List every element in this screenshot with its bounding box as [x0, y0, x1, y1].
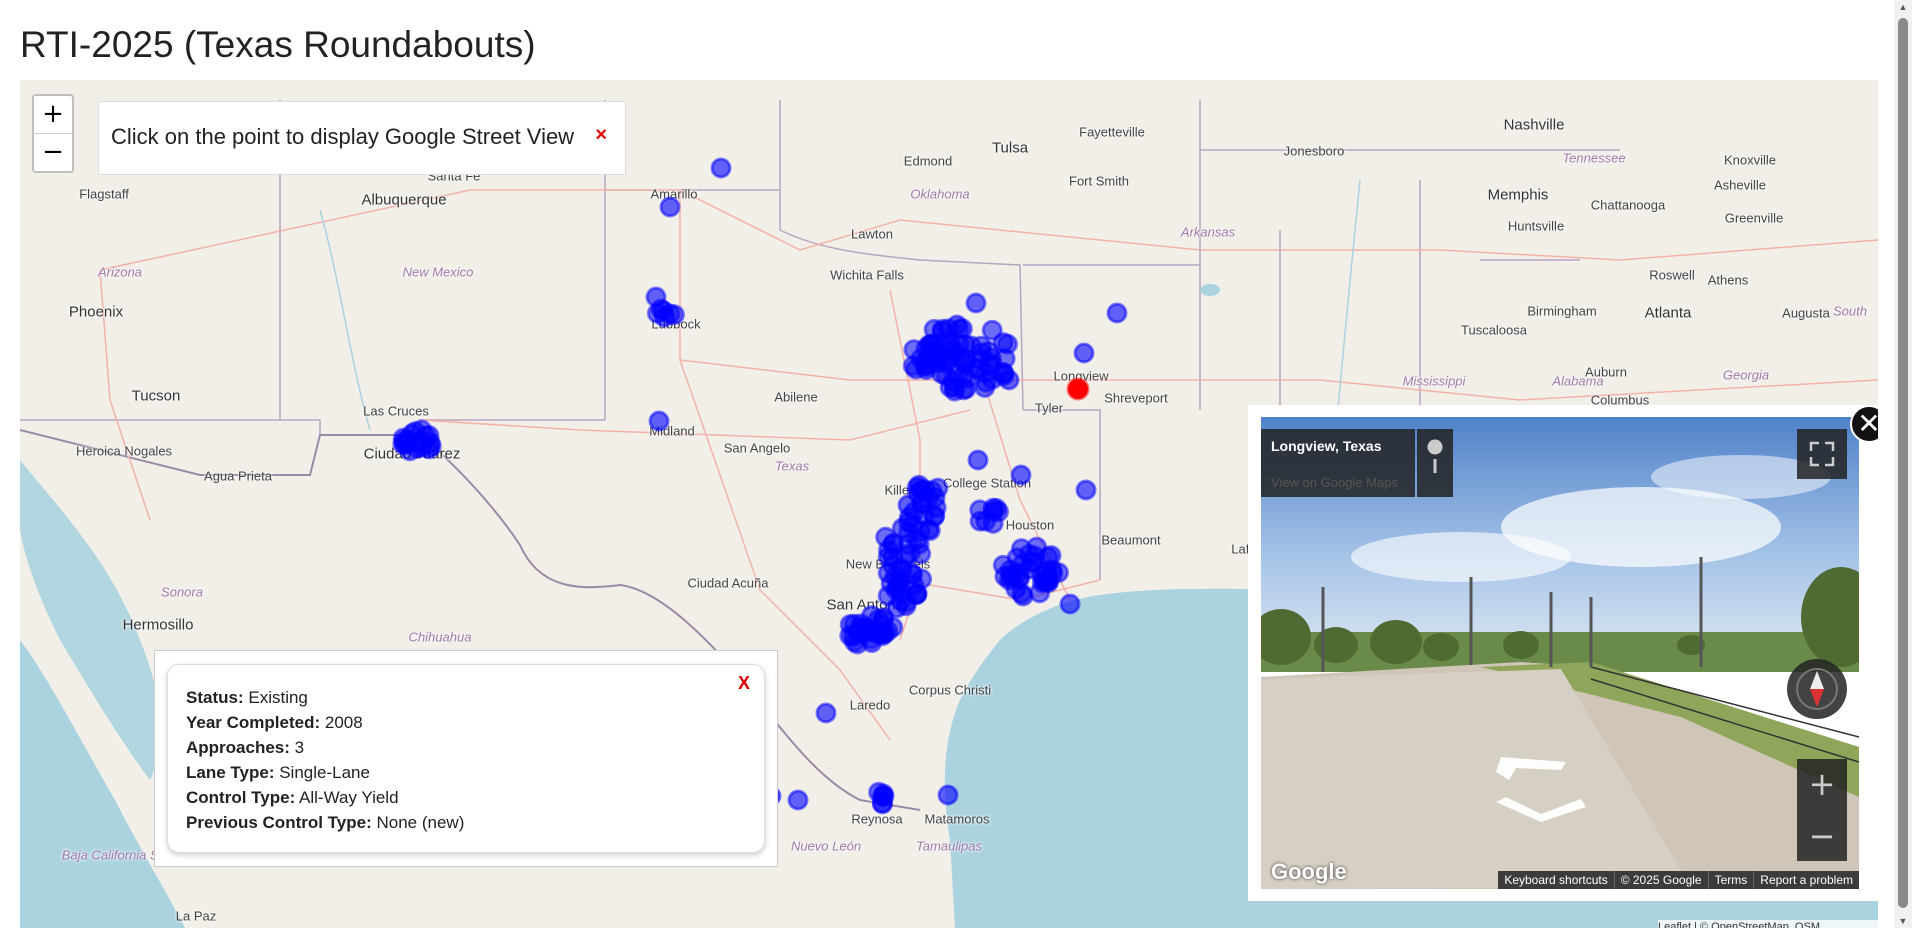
copyright-text: © 2025 Google	[1613, 871, 1708, 889]
roundabout-marker[interactable]	[903, 574, 925, 596]
zoom-in-button[interactable]: +	[34, 96, 72, 133]
view-on-google-maps-link[interactable]: View on Google Maps	[1271, 475, 1398, 490]
roundabout-marker[interactable]	[1073, 342, 1095, 364]
roundabout-marker[interactable]	[946, 314, 968, 336]
roundabout-marker[interactable]	[917, 487, 939, 509]
map-pin-icon[interactable]	[1417, 429, 1453, 497]
popup-row-label: Previous Control Type:	[186, 813, 372, 832]
popup-row-label: Year Completed:	[186, 713, 321, 732]
popup-row-label: Control Type:	[186, 788, 296, 807]
roundabout-marker[interactable]	[873, 785, 895, 807]
scroll-up-icon[interactable]: ▲	[1898, 2, 1908, 12]
info-banner-text: Click on the point to display Google Str…	[111, 124, 575, 149]
scroll-down-icon[interactable]: ▼	[1898, 916, 1908, 926]
map-attribution[interactable]: Leaflet | © OpenStreetMap, OSM	[1658, 920, 1878, 928]
roundabout-marker[interactable]	[883, 532, 905, 554]
roundabout-marker[interactable]	[411, 419, 433, 441]
info-banner-close-button[interactable]: ×	[595, 124, 607, 147]
roundabout-marker[interactable]	[1010, 464, 1032, 486]
info-banner: Click on the point to display Google Str…	[98, 101, 626, 175]
popup-row-value: 3	[294, 738, 305, 757]
google-logo: Google	[1271, 859, 1347, 884]
roundabout-marker[interactable]	[645, 286, 667, 308]
zoom-out-button[interactable]: −	[34, 133, 72, 171]
roundabout-marker[interactable]	[969, 499, 991, 521]
popup-row-lane-type: Lane Type: Single-Lane	[186, 760, 464, 785]
map[interactable]: Albuquerque Phoenix Tucson Ciudad Juárez…	[20, 80, 1878, 928]
roundabout-marker[interactable]	[873, 621, 895, 643]
roundabout-marker[interactable]	[648, 410, 670, 432]
scrollbar-thumb[interactable]	[1898, 18, 1908, 908]
street-view-location-box: Longview, Texas View on Google Maps	[1261, 429, 1415, 497]
popup-row-year: Year Completed: 2008	[186, 710, 464, 735]
roundabout-marker[interactable]	[994, 348, 1016, 370]
roundabout-marker[interactable]	[937, 784, 959, 806]
zoom-out-icon[interactable]: −	[1797, 811, 1847, 861]
page-title: RTI-2025 (Texas Roundabouts)	[20, 24, 536, 65]
roundabout-marker[interactable]	[935, 353, 957, 375]
street-view-location-title: Longview, Texas	[1271, 438, 1382, 454]
popup-row-value: None (new)	[376, 813, 465, 832]
roundabout-marker[interactable]	[998, 369, 1020, 391]
roundabout-marker[interactable]	[916, 349, 938, 371]
popup-row-label: Lane Type:	[186, 763, 275, 782]
popup-row-value: All-Way Yield	[299, 788, 399, 807]
popup-row-previous-control: Previous Control Type: None (new)	[186, 810, 464, 835]
fullscreen-icon[interactable]	[1797, 429, 1847, 479]
roundabout-marker[interactable]	[659, 303, 681, 325]
nav-arrow-icon[interactable]	[1481, 752, 1611, 832]
popup-row-value: 2008	[324, 713, 363, 732]
popup-row-label: Status:	[186, 688, 244, 707]
zoom-in-icon[interactable]: +	[1797, 759, 1847, 809]
popup-close-button[interactable]: X	[738, 673, 750, 694]
roundabout-marker[interactable]	[965, 292, 987, 314]
roundabout-marker[interactable]	[1075, 479, 1097, 501]
street-view-panel: Longview, Texas View on Google Maps + −	[1248, 405, 1878, 901]
roundabout-marker[interactable]	[967, 449, 989, 471]
roundabout-marker[interactable]	[910, 543, 932, 565]
selected-roundabout-marker[interactable]	[1066, 377, 1090, 401]
popup-row-control-type: Control Type: All-Way Yield	[186, 785, 464, 810]
popup-row-value: Single-Lane	[279, 763, 370, 782]
popup-content: X Status: Existing Year Completed: 2008 …	[167, 664, 765, 853]
compass-icon[interactable]	[1787, 659, 1847, 719]
roundabout-marker[interactable]	[815, 702, 837, 724]
terms-link[interactable]: Terms	[1707, 871, 1754, 889]
report-problem-link[interactable]: Report a problem	[1753, 871, 1859, 889]
popup-row-label: Approaches:	[186, 738, 290, 757]
roundabout-marker[interactable]	[923, 318, 945, 340]
popup-row-approaches: Approaches: 3	[186, 735, 464, 760]
keyboard-shortcuts-link[interactable]: Keyboard shortcuts	[1498, 871, 1613, 889]
roundabout-marker[interactable]	[998, 569, 1020, 591]
roundabout-marker[interactable]	[1037, 546, 1059, 568]
roundabout-marker[interactable]	[1106, 302, 1128, 324]
roundabout-marker[interactable]	[1018, 558, 1040, 580]
page-scrollbar[interactable]: ▲ ▼	[1894, 0, 1912, 928]
zoom-control[interactable]: + −	[32, 94, 74, 173]
popup-row-value: Existing	[248, 688, 308, 707]
roundabout-marker[interactable]	[1059, 593, 1081, 615]
roundabout-marker[interactable]	[710, 157, 732, 179]
roundabout-marker[interactable]	[952, 365, 974, 387]
roundabout-marker[interactable]	[394, 430, 416, 452]
street-view-zoom[interactable]: + −	[1797, 759, 1847, 861]
roundabout-marker[interactable]	[850, 613, 872, 635]
roundabout-marker[interactable]	[787, 789, 809, 811]
roundabout-popup: X Status: Existing Year Completed: 2008 …	[154, 650, 778, 867]
popup-row-status: Status: Existing	[186, 685, 464, 710]
popup-rows: Status: Existing Year Completed: 2008 Ap…	[186, 685, 464, 835]
street-view-footer: Keyboard shortcuts © 2025 Google Terms R…	[1498, 871, 1859, 889]
roundabout-marker[interactable]	[902, 514, 924, 536]
roundabout-marker[interactable]	[659, 196, 681, 218]
street-view-image[interactable]: Longview, Texas View on Google Maps + −	[1261, 417, 1859, 889]
roundabout-marker[interactable]	[897, 494, 919, 516]
